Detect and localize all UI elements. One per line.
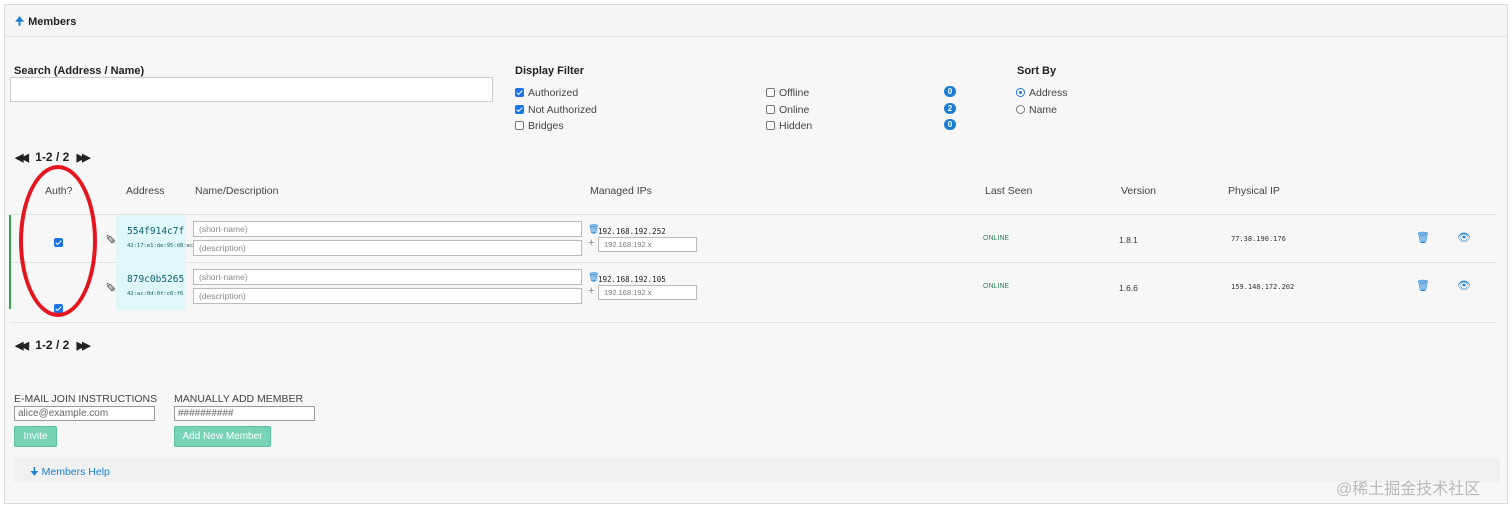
filter-authorized-label: Authorized bbox=[528, 87, 579, 99]
plus-icon[interactable]: + bbox=[588, 237, 594, 249]
physical-ip: 77.38.190.176 bbox=[1231, 235, 1286, 243]
pager-separator: / bbox=[55, 150, 60, 164]
member-address: 554f914c7f bbox=[127, 226, 185, 237]
managed-ip: 192.168.192.105 bbox=[598, 275, 666, 284]
filter-not-authorized-label: Not Authorized bbox=[528, 104, 597, 116]
description-input[interactable]: (description) bbox=[193, 240, 582, 256]
filter-authorized[interactable]: Authorized bbox=[515, 87, 578, 99]
sort-address-label: Address bbox=[1029, 87, 1068, 99]
member-version: 1.8.1 bbox=[1119, 235, 1138, 245]
sort-address[interactable]: Address bbox=[1016, 87, 1068, 99]
header-managed-ips: Managed IPs bbox=[590, 185, 652, 197]
add-member-input[interactable]: ########## bbox=[174, 406, 315, 421]
trash-icon[interactable]: 🗑 bbox=[1416, 231, 1430, 244]
filter-bridges[interactable]: Bridges bbox=[515, 120, 564, 132]
pager-top: ◀◀ 1-2 / 2 ▶▶ bbox=[15, 150, 91, 164]
add-new-member-button[interactable]: Add New Member bbox=[174, 426, 271, 447]
filter-hidden-label: Hidden bbox=[779, 120, 813, 132]
search-label: Search (Address / Name) bbox=[14, 65, 145, 77]
authorized-indicator bbox=[9, 215, 11, 309]
last-seen-status: ONLINE bbox=[983, 235, 1010, 242]
sort-name[interactable]: Name bbox=[1016, 104, 1057, 116]
invite-email-input[interactable]: alice@example.com bbox=[14, 406, 155, 421]
members-help-link[interactable]: 🠋 Members Help bbox=[30, 464, 110, 482]
member-mac: 42:ac:0d:0f:c6:f6 bbox=[127, 291, 184, 297]
header-name: Name/Description bbox=[195, 185, 279, 197]
filter-offline-label: Offline bbox=[779, 87, 810, 99]
panel-title[interactable]: 🠉 Members bbox=[15, 13, 76, 32]
search-input[interactable] bbox=[10, 77, 493, 102]
short-name-input[interactable]: (short-name) bbox=[193, 221, 582, 237]
first-page-icon[interactable]: ◀◀ bbox=[15, 152, 29, 164]
members-help-label: Members Help bbox=[41, 466, 110, 478]
filter-not-authorized[interactable]: Not Authorized bbox=[515, 104, 597, 116]
sort-name-label: Name bbox=[1029, 104, 1058, 116]
invite-label: E-MAIL JOIN INSTRUCTIONS bbox=[14, 393, 158, 405]
add-ip-input[interactable]: 192.168.192.x bbox=[598, 237, 697, 252]
header-physical-ip: Physical IP bbox=[1228, 185, 1280, 197]
annotation-oval bbox=[19, 165, 97, 317]
online-count-badge: 2 bbox=[944, 103, 956, 114]
pager-range: 1-2 bbox=[35, 338, 53, 352]
header-version: Version bbox=[1121, 185, 1157, 197]
offline-count-badge: 0 bbox=[944, 86, 956, 97]
member-version: 1.6.6 bbox=[1119, 283, 1138, 293]
pager-total: 2 bbox=[62, 338, 70, 352]
filter-online[interactable]: Online bbox=[766, 104, 809, 116]
filter-offline[interactable]: Offline bbox=[766, 87, 809, 99]
filter-online-label: Online bbox=[779, 104, 810, 116]
filter-bridges-label: Bridges bbox=[528, 120, 564, 132]
description-input[interactable]: (description) bbox=[193, 288, 582, 304]
table-divider bbox=[10, 214, 1496, 215]
arrow-down-icon: 🠋 bbox=[30, 466, 39, 478]
pager-total: 2 bbox=[62, 150, 70, 164]
pager-bottom: ◀◀ 1-2 / 2 ▶▶ bbox=[15, 338, 91, 352]
sort-address-radio[interactable] bbox=[1016, 87, 1025, 97]
member-address: 879c0b5265 bbox=[127, 274, 185, 285]
table-divider bbox=[10, 262, 1496, 263]
eye-slash-icon[interactable]: 👁 bbox=[1457, 231, 1471, 244]
hidden-checkbox[interactable] bbox=[766, 120, 775, 130]
first-page-icon[interactable]: ◀◀ bbox=[15, 340, 29, 352]
offline-checkbox[interactable] bbox=[766, 87, 775, 97]
trash-icon[interactable]: 🗑 bbox=[1416, 279, 1430, 292]
physical-ip: 159.148.172.202 bbox=[1231, 283, 1295, 291]
bridges-checkbox[interactable] bbox=[515, 120, 524, 130]
eye-slash-icon[interactable]: 👁 bbox=[1457, 279, 1471, 292]
header-address: Address bbox=[126, 185, 165, 197]
not-authorized-checkbox[interactable] bbox=[515, 104, 524, 114]
panel-header[interactable]: 🠉 Members bbox=[5, 5, 1507, 37]
online-checkbox[interactable] bbox=[766, 104, 775, 114]
panel-title-text: Members bbox=[28, 16, 77, 28]
add-ip-input[interactable]: 192.168.192.x bbox=[598, 285, 697, 300]
short-name-input[interactable]: (short-name) bbox=[193, 269, 582, 285]
pager-range: 1-2 bbox=[35, 150, 53, 164]
member-mac: 42:17:e1:de:95:d8:ec bbox=[127, 243, 194, 249]
sort-name-radio[interactable] bbox=[1016, 104, 1025, 114]
plus-icon[interactable]: + bbox=[588, 285, 594, 297]
last-page-icon[interactable]: ▶▶ bbox=[77, 340, 91, 352]
filter-hidden[interactable]: Hidden bbox=[766, 120, 812, 132]
pager-separator: / bbox=[55, 338, 60, 352]
watermark: @稀土掘金技术社区 bbox=[1336, 481, 1481, 498]
header-last-seen: Last Seen bbox=[985, 185, 1033, 197]
pencil-icon[interactable]: ✎ bbox=[105, 278, 116, 294]
sort-by-label: Sort By bbox=[1017, 65, 1057, 77]
last-page-icon[interactable]: ▶▶ bbox=[77, 152, 91, 164]
table-divider bbox=[10, 322, 1496, 323]
last-seen-status: ONLINE bbox=[983, 283, 1010, 290]
add-member-label: MANUALLY ADD MEMBER bbox=[174, 393, 304, 405]
invite-button[interactable]: Invite bbox=[14, 426, 57, 447]
hidden-count-badge: 0 bbox=[944, 119, 956, 130]
authorized-checkbox[interactable] bbox=[515, 87, 524, 97]
arrow-up-icon: 🠉 bbox=[15, 16, 25, 28]
pencil-icon[interactable]: ✎ bbox=[105, 230, 116, 246]
managed-ip: 192.168.192.252 bbox=[598, 227, 666, 236]
help-bar bbox=[14, 458, 1500, 482]
display-filter-label: Display Filter bbox=[515, 65, 585, 77]
